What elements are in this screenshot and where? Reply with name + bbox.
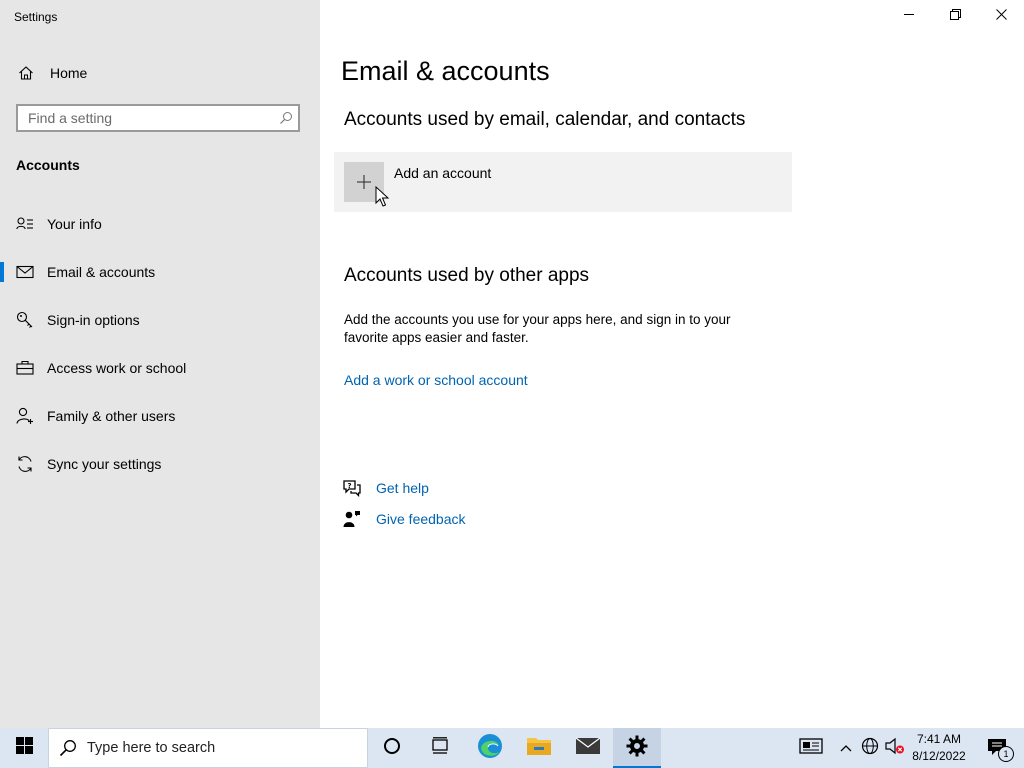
mouse-cursor-icon xyxy=(375,185,390,213)
section-heading: Accounts xyxy=(16,157,80,173)
news-widget-button[interactable] xyxy=(794,728,828,768)
home-label: Home xyxy=(50,65,88,81)
volume-button[interactable] xyxy=(883,728,907,768)
restore-button[interactable] xyxy=(932,0,978,32)
app-title: Settings xyxy=(14,10,58,24)
sidebar-item-label: Your info xyxy=(47,216,102,232)
minimize-button[interactable] xyxy=(886,0,932,32)
taskbar: 7:41 AM 8/12/2022 1 xyxy=(0,728,1024,768)
mail-app-icon xyxy=(575,737,601,760)
home-icon xyxy=(16,63,36,83)
close-button[interactable] xyxy=(978,0,1024,32)
page-title: Email & accounts xyxy=(341,56,550,86)
key-icon xyxy=(16,311,34,329)
svg-text:?: ? xyxy=(348,482,352,490)
briefcase-icon xyxy=(16,359,34,377)
taskbar-clock[interactable]: 7:41 AM 8/12/2022 xyxy=(909,728,969,768)
network-button[interactable] xyxy=(858,728,882,768)
sidebar-nav: Your info Email & accounts Sign-in optio… xyxy=(0,200,320,488)
gear-icon xyxy=(626,735,648,762)
sidebar-item-label: Access work or school xyxy=(47,360,187,376)
notification-icon: 1 xyxy=(985,737,1014,762)
clock-date: 8/12/2022 xyxy=(912,749,966,763)
start-button[interactable] xyxy=(0,728,48,768)
home-nav-item[interactable]: Home xyxy=(16,62,87,84)
news-icon xyxy=(799,737,823,759)
add-account-button[interactable]: Add an account xyxy=(334,152,792,212)
settings-search-input[interactable] xyxy=(18,106,274,130)
give-feedback-row[interactable]: Give feedback xyxy=(342,509,466,529)
add-person-icon xyxy=(16,407,34,425)
other-apps-section-heading: Accounts used by other apps xyxy=(344,265,590,286)
action-center-button[interactable]: 1 xyxy=(976,728,1020,768)
search-icon xyxy=(49,739,87,757)
other-apps-description: Add the accounts you use for your apps h… xyxy=(344,312,731,345)
speaker-muted-icon xyxy=(885,737,905,760)
task-view-icon xyxy=(430,736,450,760)
person-info-icon xyxy=(16,215,34,233)
show-hidden-icons-button[interactable] xyxy=(836,728,856,768)
settings-search-box[interactable] xyxy=(16,104,300,132)
notification-count-badge: 1 xyxy=(998,746,1014,762)
sidebar-item-family-other-users[interactable]: Family & other users xyxy=(0,392,320,440)
globe-network-icon xyxy=(861,737,879,760)
sidebar-item-sign-in-options[interactable]: Sign-in options xyxy=(0,296,320,344)
cortana-button[interactable] xyxy=(368,728,416,768)
sidebar-item-sync-settings[interactable]: Sync your settings xyxy=(0,440,320,488)
add-work-school-account-link[interactable]: Add a work or school account xyxy=(344,372,528,388)
settings-taskbar-button[interactable] xyxy=(613,728,661,768)
sidebar-item-label: Family & other users xyxy=(47,408,176,424)
minimize-icon xyxy=(903,7,915,25)
edge-browser-icon xyxy=(477,733,503,764)
windows-logo-icon xyxy=(15,737,33,759)
feedback-person-icon xyxy=(342,509,362,529)
sync-icon xyxy=(16,455,34,473)
help-chat-icon: ? xyxy=(342,478,362,498)
add-account-label: Add an account xyxy=(394,165,492,181)
sidebar: Settings Home Accounts Your info Email &… xyxy=(0,0,320,728)
sidebar-item-access-work-school[interactable]: Access work or school xyxy=(0,344,320,392)
email-accounts-section-heading: Accounts used by email, calendar, and co… xyxy=(344,109,746,130)
get-help-row[interactable]: ? Get help xyxy=(342,478,429,498)
sidebar-item-your-info[interactable]: Your info xyxy=(0,200,320,248)
edge-taskbar-button[interactable] xyxy=(466,728,514,768)
sidebar-item-label: Sign-in options xyxy=(47,312,140,328)
sidebar-item-email-accounts[interactable]: Email & accounts xyxy=(0,248,320,296)
give-feedback-link[interactable]: Give feedback xyxy=(376,511,466,527)
search-icon[interactable] xyxy=(274,106,298,130)
get-help-link[interactable]: Get help xyxy=(376,480,429,496)
taskbar-search-box[interactable] xyxy=(48,728,368,768)
task-view-button[interactable] xyxy=(416,728,464,768)
folder-icon xyxy=(526,735,552,762)
restore-icon xyxy=(949,7,961,25)
clock-time: 7:41 AM xyxy=(916,732,962,746)
mail-icon xyxy=(16,263,34,281)
file-explorer-button[interactable] xyxy=(515,728,563,768)
taskbar-search-input[interactable] xyxy=(87,733,367,763)
mail-taskbar-button[interactable] xyxy=(564,728,612,768)
chevron-up-icon xyxy=(840,739,852,757)
sidebar-item-label: Sync your settings xyxy=(47,456,162,472)
close-icon xyxy=(995,7,1007,25)
sidebar-item-label: Email & accounts xyxy=(47,264,156,280)
cortana-circle-icon xyxy=(383,737,401,760)
